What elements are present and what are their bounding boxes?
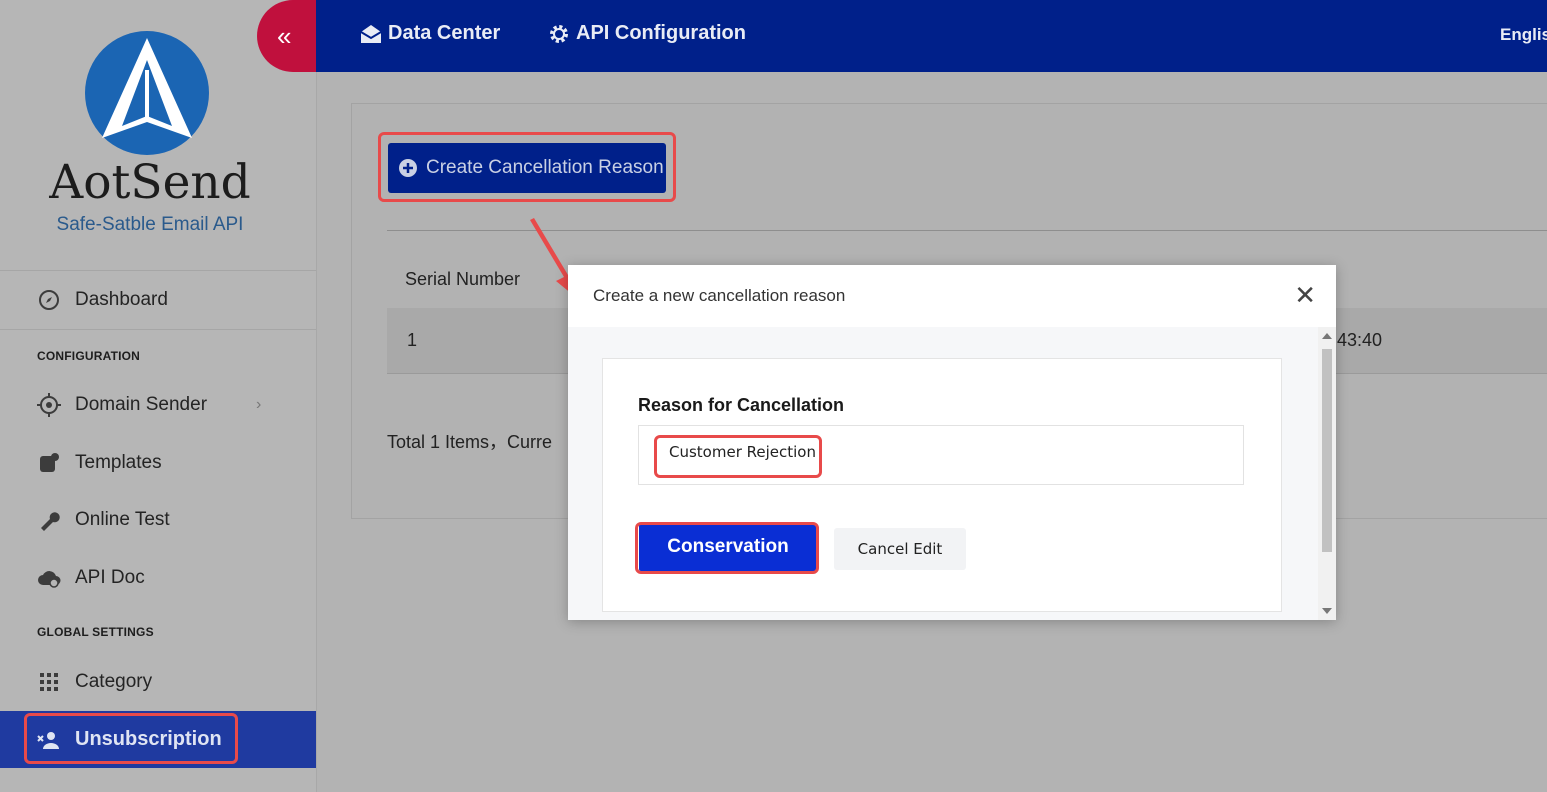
sidebar-item-dashboard[interactable]: Dashboard [0,272,316,328]
sidebar-item-templates[interactable]: Templates [0,435,316,491]
close-icon[interactable]: ✕ [1294,280,1316,311]
scroll-down-arrow-icon[interactable] [1322,608,1332,614]
brand-tagline: Safe-Satble Email API [56,214,244,235]
sailboat-logo-icon [85,31,209,155]
top-navbar: Data Center API Configuration Englis [316,0,1547,72]
scroll-thumb[interactable] [1322,349,1332,552]
sidebar-item-api-doc[interactable]: API Doc [0,550,316,606]
cloud-doc-icon [37,566,61,590]
sidebar-item-online-test[interactable]: Online Test [0,492,316,548]
section-configuration: CONFIGURATION [37,349,141,363]
sidebar-item-label: Domain Sender [75,394,208,415]
compass-icon [37,288,61,312]
double-chevron-left-icon: « [277,20,292,51]
highlight-box [654,435,822,478]
language-selector[interactable]: Englis [1500,25,1547,45]
highlight-box [635,522,819,574]
sidebar-item-category[interactable]: Category [0,654,316,710]
brand-name: AotSend [49,155,251,210]
nav-label: Data Center [388,22,501,44]
gear-icon [550,24,568,43]
sidebar-item-label: Category [75,671,153,692]
sidebar: AotSend Safe-Satble Email API Dashboard … [0,0,317,792]
highlight-box [378,132,676,202]
scroll-up-arrow-icon[interactable] [1322,333,1332,339]
divider [0,329,316,330]
modal-body: Reason for Cancellation Conservation Can… [568,327,1318,620]
sidebar-item-label: Dashboard [75,289,168,310]
wrench-icon [37,508,61,532]
sidebar-item-label: API Doc [75,567,145,588]
template-icon [37,451,61,475]
chevron-right-icon: › [256,396,262,413]
nav-api-configuration[interactable]: API Configuration [548,22,746,45]
reason-label: Reason for Cancellation [638,395,845,415]
cancel-edit-button[interactable]: Cancel Edit [834,528,966,570]
cell-time: 43:40 [1337,330,1383,350]
sidebar-item-domain-sender[interactable]: Domain Sender › [0,377,316,433]
nav-label: API Configuration [576,22,746,44]
modal-title: Create a new cancellation reason [593,286,846,305]
modal-header: Create a new cancellation reason ✕ [568,265,1336,328]
create-reason-modal: Create a new cancellation reason ✕ Reaso… [568,265,1336,620]
section-global-settings: GLOBAL SETTINGS [37,625,154,639]
modal-scrollbar[interactable] [1318,327,1336,620]
table-header-serial-number: Serial Number [405,269,521,289]
grid-icon [37,670,61,694]
crosshair-icon [37,393,61,417]
form-card: Reason for Cancellation Conservation Can… [602,358,1282,612]
pagination-total: Total 1 Items，Curre [387,432,553,452]
sidebar-item-label: Online Test [75,509,170,530]
nav-data-center[interactable]: Data Center [360,22,500,45]
sidebar-item-label: Templates [75,452,162,473]
highlight-box [24,713,238,764]
cell-serial: 1 [407,330,418,350]
envelope-open-icon [360,24,382,43]
